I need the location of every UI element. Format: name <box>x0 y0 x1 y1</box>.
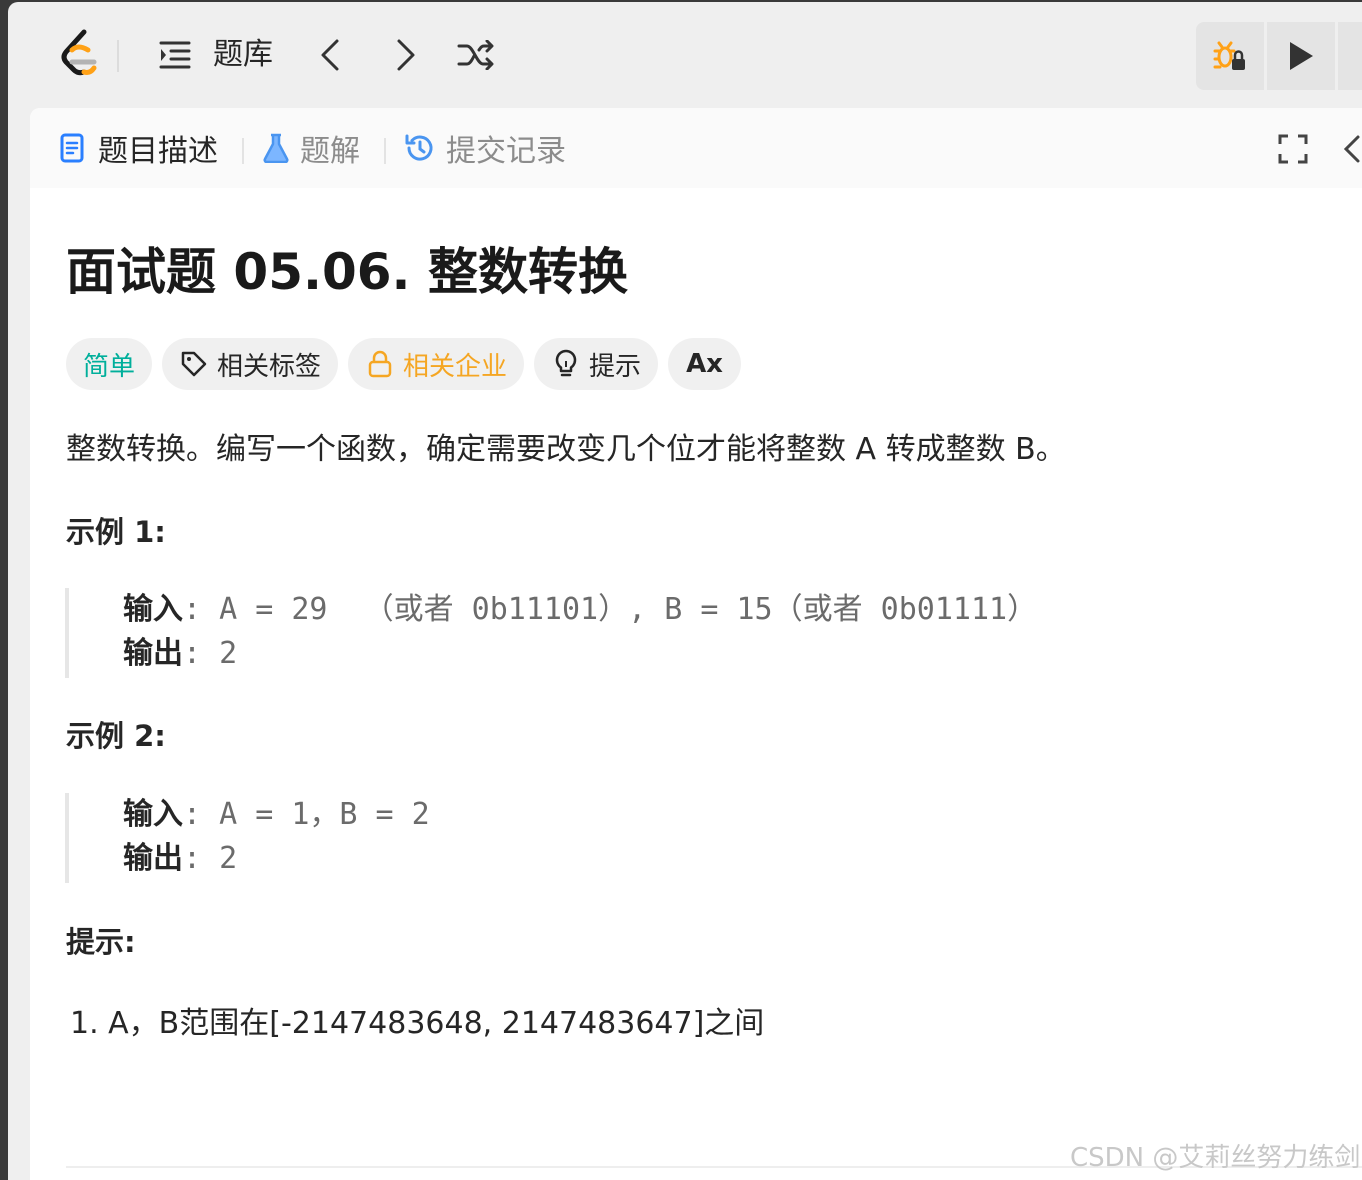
app-window: 题库 题目描述 题解 提交记录 面试题 05.06. 整数转换 简单 相关标签 … <box>8 2 1362 1180</box>
tab-description[interactable]: 题目描述 <box>60 128 218 169</box>
problem-description: 整数转换。编写一个函数，确定需要改变几个位才能将整数 A 转成整数 B。 <box>66 432 1066 467</box>
watermark: CSDN @艾莉丝努力练剑 <box>1070 1143 1361 1173</box>
problem-title: 面试题 05.06. 整数转换 <box>66 243 628 301</box>
flask-icon <box>262 132 290 164</box>
difficulty-badge: 简单 <box>66 338 153 390</box>
related-companies-label: 相关企业 <box>403 351 508 382</box>
example-1-heading: 示例 1: <box>66 515 166 549</box>
submit-button[interactable] <box>1338 22 1362 90</box>
related-tags-button[interactable]: 相关标签 <box>162 338 339 390</box>
related-companies-button[interactable]: 相关企业 <box>348 338 525 390</box>
output-value: : 2 <box>183 636 238 671</box>
top-navbar: 题库 <box>8 2 1362 108</box>
lock-icon <box>365 349 395 379</box>
output-label: 输出 <box>123 636 183 671</box>
input-label: 输入 <box>123 592 183 627</box>
problem-tags: 简单 相关标签 相关企业 提示 Ax <box>66 338 741 390</box>
example-1-block: 输入: A = 29 （或者 0b11101）, B = 15（或者 0b011… <box>65 588 1069 678</box>
problem-list-link[interactable]: 题库 <box>213 35 273 75</box>
run-button[interactable] <box>1267 22 1335 90</box>
example-2-input: 输入: A = 1，B = 2 <box>123 795 430 835</box>
hints-heading: 提示: <box>66 925 136 959</box>
play-icon <box>1290 42 1313 70</box>
leetcode-logo-icon[interactable] <box>58 28 102 80</box>
hint-label: 提示 <box>589 351 642 382</box>
example-1-output: 输出: 2 <box>123 634 237 674</box>
input-value: : A = 1，B = 2 <box>183 797 430 832</box>
hint-button[interactable]: 提示 <box>534 338 659 390</box>
tag-icon <box>179 349 209 379</box>
example-2-heading: 示例 2: <box>66 719 166 753</box>
random-problem-icon[interactable] <box>456 36 496 74</box>
example-2-block: 输入: A = 1，B = 2 输出: 2 <box>65 793 1069 883</box>
debug-button[interactable] <box>1196 22 1264 90</box>
next-problem-icon[interactable] <box>390 36 422 74</box>
tab-divider <box>384 138 386 164</box>
tab-submissions-label: 提交记录 <box>446 134 566 169</box>
problem-list-icon[interactable] <box>158 38 192 72</box>
example-1-input: 输入: A = 29 （或者 0b11101）, B = 15（或者 0b011… <box>123 590 1037 630</box>
example-2-output: 输出: 2 <box>123 839 237 879</box>
translate-button[interactable]: Ax <box>668 338 741 390</box>
history-icon <box>404 132 436 164</box>
collapse-panel-icon[interactable] <box>1342 134 1362 164</box>
tab-divider <box>242 138 244 164</box>
input-label: 输入 <box>123 797 183 832</box>
tab-submissions[interactable]: 提交记录 <box>404 128 566 169</box>
lightbulb-icon <box>551 349 581 379</box>
document-icon <box>60 132 88 164</box>
tab-description-label: 题目描述 <box>98 134 218 169</box>
input-value: : A = 29 （或者 0b11101）, B = 15（或者 0b01111… <box>183 592 1038 627</box>
output-value: : 2 <box>183 841 238 876</box>
tab-solutions[interactable]: 题解 <box>262 128 360 169</box>
hint-list-item: 1. A，B范围在[-2147483648, 2147483647]之间 <box>70 1006 765 1041</box>
output-label: 输出 <box>123 841 183 876</box>
previous-problem-icon[interactable] <box>314 36 346 74</box>
fullscreen-icon[interactable] <box>1278 134 1308 164</box>
bug-lock-icon <box>1213 41 1245 70</box>
divider <box>117 40 119 72</box>
description-panel: 题目描述 题解 提交记录 面试题 05.06. 整数转换 简单 相关标签 相关企… <box>30 108 1362 1180</box>
panel-tabbar: 题目描述 题解 提交记录 <box>30 108 1362 188</box>
tab-solutions-label: 题解 <box>300 134 360 169</box>
related-tags-label: 相关标签 <box>217 351 322 382</box>
